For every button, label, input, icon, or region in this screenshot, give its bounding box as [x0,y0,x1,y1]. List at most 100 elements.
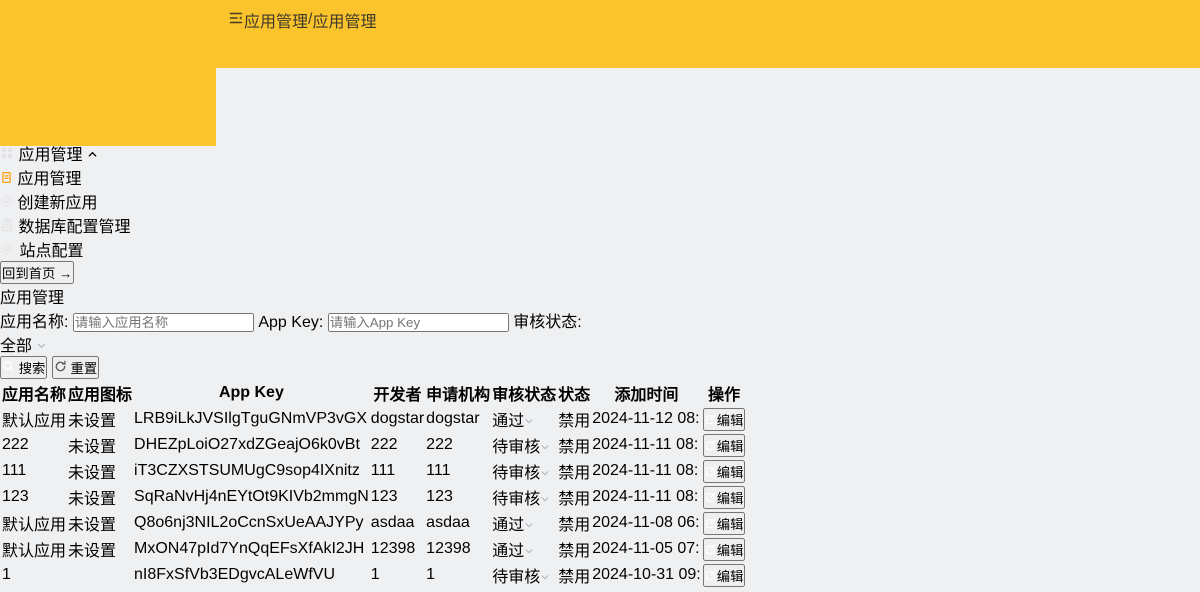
audit-status-select[interactable]: 待审核 [492,433,556,457]
page-title: 应用管理 [0,290,65,307]
status-toggle[interactable]: 禁用 [558,433,590,457]
collapse-sidebar-icon[interactable] [228,10,244,31]
cell-added-time: 2024-11-11 08: [592,436,699,453]
status-toggle[interactable]: 禁用 [558,485,590,509]
sidebar-item-site-config[interactable]: 站点配置 [0,237,1200,261]
status-toggle[interactable]: 禁用 [558,459,590,483]
cell-app-name: 1 [2,566,11,583]
sidebar-subitem-create-app[interactable]: 创建新应用 [0,189,1200,213]
edit-button[interactable]: 编辑 [702,459,746,483]
app-window: 应用管理 / 应用管理 Tt admin 首页 ● 应用管理 × [0,0,1200,592]
cell-developer: asdaa [370,514,415,531]
reset-button[interactable]: 重置 [51,356,100,379]
col-app-name: 应用名称 [2,387,67,404]
sidebar-item-label: 应用管理 [18,147,83,164]
app-key-input[interactable] [327,313,509,332]
col-added-time[interactable]: 添加时间 [592,381,701,405]
col-app-key: App Key [218,384,284,401]
audit-status-select[interactable]: 通过 [492,537,556,561]
chevron-down-icon [541,445,549,450]
cell-app-icon: 未设置 [68,413,117,430]
sidebar-item-label: 数据库配置管理 [18,219,131,236]
audit-status-select[interactable]: 通过 [492,511,556,535]
cell-app-key: LRB9iLkJVSIlgTguGNmVP3vGX [134,410,368,427]
sidebar-item-label: 创建新应用 [17,195,98,212]
audit-status-select[interactable]: 待审核 [492,485,556,509]
table-header-row: 应用名称 应用图标 App Key 开发者 申请机构 审核状态 状态 添加时间 … [2,381,745,405]
cell-app-key: iT3CZXSTSUMUgC9sop4IXnitz [134,462,360,479]
col-developer: 开发者 [373,387,422,404]
edit-button[interactable]: 编辑 [702,563,746,587]
cell-app-key: MxON47pId7YnQqEFsXfAkI2JH [134,540,365,557]
chevron-down-icon [525,523,533,528]
audit-status-select[interactable]: 通过 [492,407,556,431]
cell-app-icon [68,563,132,587]
cell-developer: 111 [370,462,396,479]
filter-bar: 应用名称: App Key: 审核状态: 全部 搜索 重置 [0,308,1200,379]
chevron-down-icon [525,419,533,424]
cell-org: asdaa [426,514,470,531]
cell-added-time: 2024-11-08 06: [592,514,700,531]
clipboard-icon [0,218,18,236]
cell-org: 222 [426,436,453,453]
col-app-icon: 应用图标 [68,387,133,404]
cell-app-icon: 未设置 [68,491,117,508]
edit-button[interactable]: 编辑 [702,433,746,457]
edit-icon [705,413,716,424]
search-icon [2,360,14,372]
cell-org: 1 [426,566,436,583]
status-toggle[interactable]: 禁用 [558,563,590,587]
cell-added-time: 2024-11-11 08: [592,488,699,505]
cell-app-name: 默认应用 [2,413,67,430]
cell-app-icon: 未设置 [68,543,117,560]
chevron-down-icon [541,497,549,502]
status-toggle[interactable]: 禁用 [558,511,590,535]
cell-added-time: 2024-11-12 08: [592,410,700,427]
col-status[interactable]: 状态 [558,381,590,405]
cell-app-name: 123 [2,488,29,505]
back-home-button[interactable]: 回到首页 → [0,261,75,284]
edit-button[interactable]: 编辑 [702,485,746,509]
cell-app-key: Q8o6nj3NIL2oCcnSxUeAAJYPy [134,514,364,531]
cell-developer: 123 [370,488,398,505]
plus-circle-icon [0,195,17,212]
status-toggle[interactable]: 禁用 [558,407,590,431]
chevron-down-icon [541,471,549,476]
sidebar-item-database-config[interactable]: 数据库配置管理 [0,213,1200,237]
sidebar-item-label: 站点配置 [19,243,84,260]
audit-status-select[interactable]: 待审核 [492,459,556,483]
cell-app-key: nI8FxSfVb3EDgvcALeWfVU [134,566,335,583]
breadcrumb-level1[interactable]: 应用管理 [244,8,308,32]
table-row: 默认应用 未设置 Q8o6nj3NIL2oCcnSxUeAAJYPy asdaa… [2,511,746,535]
cell-app-icon: 未设置 [68,439,117,456]
edit-icon [705,465,716,476]
app-name-input[interactable] [72,313,254,332]
cell-added-time: 2024-11-05 07: [592,540,700,557]
col-actions: 操作 [708,387,741,404]
table-row: 111 未设置 iT3CZXSTSUMUgC9sop4IXnitz 111 11… [2,459,746,483]
table-row: 123 未设置 SqRaNvHj4nEYtOt9KIVb2mmgN 123 12… [2,485,746,509]
cell-org: 111 [426,462,451,479]
edit-icon [705,491,716,502]
grid-icon [0,147,18,164]
status-toggle[interactable]: 禁用 [558,537,590,561]
table-row: 默认应用 未设置 MxON47pId7YnQqEFsXfAkI2JH 12398… [2,537,746,561]
cell-developer: 1 [370,566,380,583]
sidebar-item-label: 应用管理 [17,171,82,188]
search-button[interactable]: 搜索 [0,356,48,379]
sidebar-subitem-app-management[interactable]: 应用管理 [0,165,1200,189]
audit-status-filter-select[interactable]: 全部 [0,332,1200,356]
cell-developer: 222 [370,436,398,453]
col-audit-status[interactable]: 审核状态 [492,381,556,405]
table-row: 222 未设置 DHEZpLoiO27xdZGeajO6k0vBt 222 22… [2,433,746,457]
edit-button[interactable]: 编辑 [702,511,746,535]
app-table: 应用名称 应用图标 App Key 开发者 申请机构 审核状态 状态 添加时间 … [0,379,747,589]
back-home-label: 回到首页 [2,266,56,281]
cell-app-name: 111 [2,462,27,479]
edit-button[interactable]: 编辑 [702,537,746,561]
audit-status-select[interactable]: 待审核 [492,563,556,587]
chevron-down-icon [541,575,549,580]
cell-app-icon: 未设置 [68,465,117,482]
table-row: 1 nI8FxSfVb3EDgvcALeWfVU 1 1 待审核 禁用 2024… [2,563,746,587]
edit-button[interactable]: 编辑 [702,407,746,431]
